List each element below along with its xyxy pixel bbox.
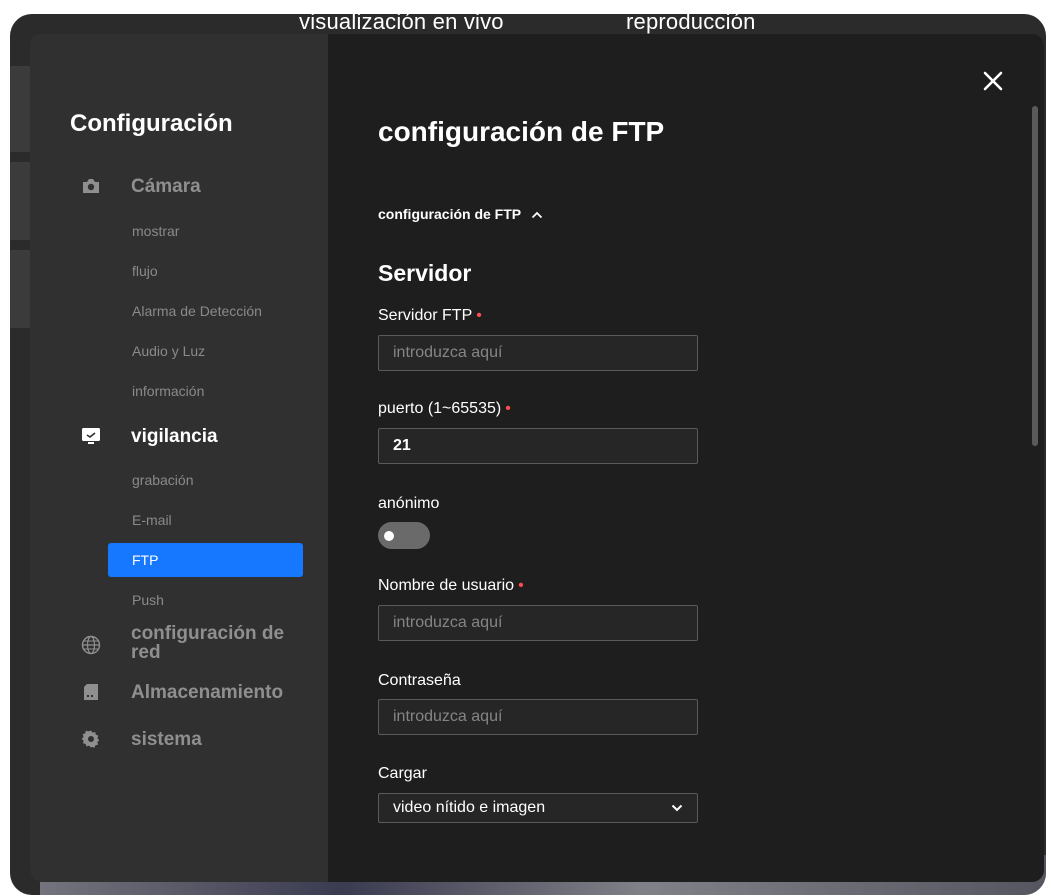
port-input[interactable] bbox=[378, 428, 698, 464]
globe-icon bbox=[80, 634, 102, 656]
camera-icon bbox=[80, 175, 102, 197]
upload-select[interactable]: video nítido e imagen bbox=[378, 793, 698, 823]
sidebar-item-email[interactable]: E-mail bbox=[132, 512, 172, 528]
required-dot: • bbox=[476, 307, 482, 324]
tab-playback[interactable]: reproducción bbox=[626, 9, 756, 35]
sidebar-title: Configuración bbox=[70, 110, 233, 137]
upload-label: Cargar bbox=[378, 765, 427, 782]
sidebar-section-storage[interactable]: Almacenamiento bbox=[80, 681, 283, 703]
username-input[interactable] bbox=[378, 605, 698, 641]
sidebar-section-label: sistema bbox=[131, 728, 202, 750]
sidebar-item-display[interactable]: mostrar bbox=[132, 223, 179, 239]
required-dot: • bbox=[518, 577, 524, 594]
sidebar-item-audio-light[interactable]: Audio y Luz bbox=[132, 343, 205, 359]
toggle-knob bbox=[384, 531, 394, 541]
sidebar-section-label: Cámara bbox=[131, 175, 201, 197]
label-text: Nombre de usuario bbox=[378, 577, 515, 594]
sidebar-section-surveillance[interactable]: vigilancia bbox=[80, 425, 218, 447]
sidebar-section-system[interactable]: sistema bbox=[80, 728, 202, 750]
label-text: Servidor FTP bbox=[378, 307, 473, 324]
sidebar-section-network[interactable]: configuración de red bbox=[80, 624, 284, 662]
sidebar-section-camera[interactable]: Cámara bbox=[80, 175, 201, 197]
label-text: puerto (1~65535) bbox=[378, 400, 502, 417]
port-label: puerto (1~65535) • bbox=[378, 400, 511, 418]
anonymous-label: anónimo bbox=[378, 495, 440, 512]
sidebar-item-push[interactable]: Push bbox=[132, 592, 164, 608]
anonymous-toggle[interactable] bbox=[378, 522, 430, 549]
sidebar-item-stream[interactable]: flujo bbox=[132, 263, 158, 279]
password-input[interactable] bbox=[378, 699, 698, 735]
sidebar-item-label: FTP bbox=[132, 552, 159, 568]
ftp-server-label: Servidor FTP • bbox=[378, 307, 482, 325]
ftp-settings-panel: configuración de FTP configuración de FT… bbox=[378, 34, 1044, 882]
page-title: configuración de FTP bbox=[378, 116, 665, 147]
sidebar-section-label: vigilancia bbox=[131, 425, 218, 447]
sidebar-section-label: configuración de red bbox=[131, 624, 284, 662]
username-label: Nombre de usuario • bbox=[378, 577, 524, 595]
chevron-up-icon bbox=[531, 206, 543, 222]
sidebar-item-ftp[interactable]: FTP bbox=[108, 543, 303, 577]
password-label: Contraseña bbox=[378, 672, 461, 689]
monitor-icon bbox=[80, 425, 102, 447]
gear-icon bbox=[80, 728, 102, 750]
sidebar-item-information[interactable]: información bbox=[132, 383, 204, 399]
section-title-server: Servidor bbox=[378, 260, 472, 286]
sd-card-icon bbox=[80, 681, 102, 703]
settings-modal: Configuración Cámara mostrar flujo Alarm… bbox=[30, 34, 1044, 882]
ftp-settings-collapse-toggle[interactable]: configuración de FTP bbox=[378, 206, 543, 222]
sidebar-section-label-line2: red bbox=[131, 642, 161, 663]
sidebar-item-detection-alarm[interactable]: Alarma de Detección bbox=[132, 303, 262, 319]
chevron-down-icon bbox=[671, 799, 683, 817]
sidebar-item-recording[interactable]: grabación bbox=[132, 472, 194, 488]
sidebar-section-label-line1: configuración de bbox=[131, 623, 285, 644]
scrollbar[interactable] bbox=[1032, 106, 1038, 446]
tab-live-view[interactable]: visualización en vivo bbox=[299, 9, 504, 35]
sidebar-section-label: Almacenamiento bbox=[131, 681, 284, 703]
required-dot: • bbox=[505, 400, 511, 417]
close-icon[interactable] bbox=[980, 68, 1006, 94]
upload-selected-value: video nítido e imagen bbox=[393, 799, 546, 816]
settings-sidebar: Configuración Cámara mostrar flujo Alarm… bbox=[30, 34, 328, 882]
ftp-server-input[interactable] bbox=[378, 335, 698, 371]
collapse-label: configuración de FTP bbox=[378, 206, 522, 222]
